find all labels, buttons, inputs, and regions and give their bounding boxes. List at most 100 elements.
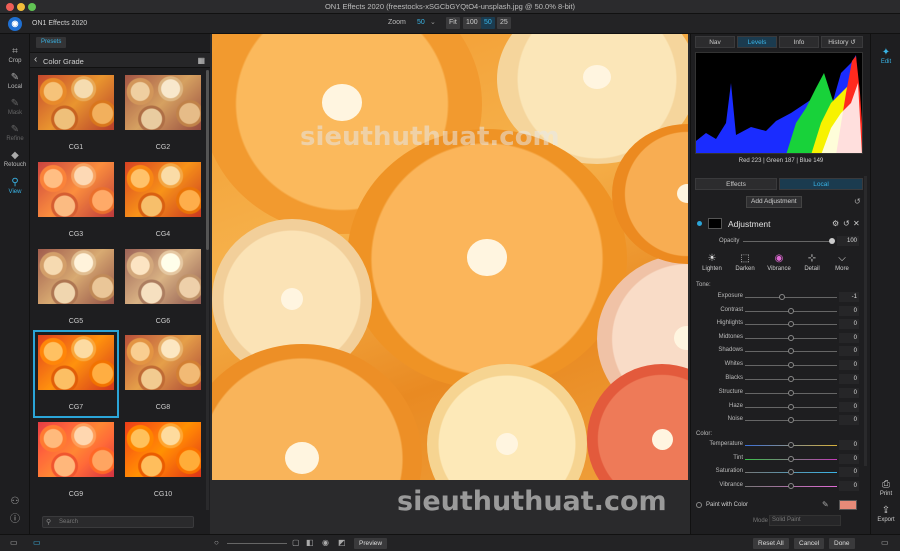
- slider-handle[interactable]: [788, 442, 794, 448]
- eyedropper-icon[interactable]: ✎: [822, 500, 829, 509]
- slider-handle[interactable]: [788, 321, 794, 328]
- brush-size-slider[interactable]: [227, 543, 287, 544]
- presets-scrollbar[interactable]: [206, 70, 209, 510]
- preset-thumb[interactable]: CG3: [34, 158, 118, 244]
- slider-value[interactable]: 0: [839, 346, 859, 357]
- reset-icon[interactable]: ↺: [854, 197, 861, 206]
- image-canvas[interactable]: sieuthuthuat.com: [210, 34, 690, 534]
- preset-search-input[interactable]: ⚲ Search: [42, 516, 194, 528]
- zoom-25-button[interactable]: 25: [497, 17, 511, 29]
- slider-track[interactable]: [745, 297, 837, 298]
- slider-value[interactable]: 0: [839, 373, 859, 384]
- tab-effects[interactable]: Effects: [695, 178, 777, 190]
- slider-row-highlights[interactable]: Highlights 0: [691, 318, 863, 330]
- slider-handle[interactable]: [788, 455, 794, 462]
- slider-value[interactable]: 0: [839, 440, 859, 450]
- preset-thumb[interactable]: CG8: [121, 331, 205, 417]
- slider-handle[interactable]: [788, 403, 794, 410]
- slider-value[interactable]: 0: [839, 401, 859, 412]
- slider-value[interactable]: 0: [839, 480, 859, 491]
- photo-preview[interactable]: sieuthuthuat.com: [212, 34, 688, 480]
- slider-handle[interactable]: [778, 294, 785, 300]
- slider-value[interactable]: 0: [839, 388, 859, 398]
- tool-local[interactable]: ✎ Local: [0, 72, 30, 90]
- paint-color-swatch[interactable]: [839, 500, 857, 510]
- tool-view[interactable]: ⚲ View: [0, 177, 30, 195]
- slider-value[interactable]: 0: [839, 360, 859, 370]
- slider-row-blacks[interactable]: Blacks 0: [691, 373, 863, 385]
- paint-with-color-radio[interactable]: [696, 502, 702, 508]
- preset-thumb-selected[interactable]: CG7: [33, 330, 119, 418]
- slider-row-exposure[interactable]: Exposure -1: [691, 291, 863, 303]
- preset-thumb[interactable]: CG10: [121, 418, 205, 504]
- slider-row-haze[interactable]: Haze 0: [691, 401, 863, 413]
- compare-icon[interactable]: ▢: [292, 538, 300, 547]
- reset-all-button[interactable]: Reset All: [753, 538, 789, 549]
- brush-size-icon[interactable]: ○: [214, 538, 219, 547]
- filmstrip-toggle-icon[interactable]: ▭: [33, 538, 41, 547]
- settings-gear-icon[interactable]: ⚙: [832, 219, 839, 228]
- tab-info[interactable]: Info: [779, 36, 819, 48]
- lighten-button[interactable]: ☀ Lighten: [697, 252, 727, 272]
- opacity-value[interactable]: 100: [837, 236, 859, 246]
- opacity-slider-handle[interactable]: [829, 238, 835, 244]
- slider-handle[interactable]: [788, 362, 794, 368]
- mode-select[interactable]: Solid Paint: [769, 515, 841, 526]
- cancel-button[interactable]: Cancel: [794, 538, 825, 549]
- help-icon[interactable]: ⓘ: [0, 514, 30, 526]
- slider-handle[interactable]: [788, 307, 794, 314]
- slider-handle[interactable]: [788, 375, 794, 382]
- mask-thumbnail[interactable]: [708, 218, 722, 229]
- grid-view-icon[interactable]: ▦: [197, 56, 205, 65]
- slider-handle[interactable]: [788, 348, 794, 355]
- reset-layer-icon[interactable]: ↺: [843, 219, 850, 228]
- slider-value[interactable]: -1: [839, 292, 859, 302]
- right-panel-scrollbar[interactable]: [864, 176, 867, 466]
- zoom-50-button[interactable]: 50: [481, 17, 495, 29]
- tab-history[interactable]: History ↺: [821, 36, 863, 48]
- slider-value[interactable]: 0: [839, 415, 859, 426]
- chevron-down-icon[interactable]: ⌄: [430, 18, 436, 26]
- preset-thumb[interactable]: CG9: [34, 418, 118, 504]
- module-export[interactable]: ⇪ Export: [871, 504, 900, 523]
- slider-row-shadows[interactable]: Shadows 0: [691, 345, 863, 357]
- preset-thumb[interactable]: CG1: [34, 71, 118, 157]
- preset-thumb[interactable]: CG2: [121, 71, 205, 157]
- slider-row-structure[interactable]: Structure 0: [691, 387, 863, 399]
- tab-nav[interactable]: Nav: [695, 36, 735, 48]
- before-after-icon[interactable]: ◧: [306, 538, 314, 547]
- panel-toggle-icon[interactable]: ▭: [10, 538, 18, 547]
- slider-row-vibrance[interactable]: Vibrance 0: [691, 480, 863, 492]
- slider-row-contrast[interactable]: Contrast 0: [691, 305, 863, 317]
- detail-button[interactable]: ⊹ Detail: [797, 252, 827, 272]
- user-icon[interactable]: ⚇: [0, 496, 30, 508]
- adjustment-layer-row[interactable]: Adjustment ⚙ ↺ ✕: [691, 216, 863, 232]
- tab-presets[interactable]: Presets: [36, 37, 67, 48]
- tool-mask[interactable]: ✎ Mask: [0, 98, 30, 116]
- slider-handle[interactable]: [788, 469, 794, 476]
- tool-refine[interactable]: ✎ Refine: [0, 124, 30, 142]
- add-adjustment-button[interactable]: Add Adjustment: [746, 196, 802, 208]
- zoom-value[interactable]: 50: [417, 19, 425, 26]
- overlay-icon[interactable]: ◩: [338, 538, 346, 547]
- slider-handle[interactable]: [788, 482, 794, 489]
- tool-crop[interactable]: ⌗ Crop: [0, 46, 30, 64]
- slider-value[interactable]: 0: [839, 453, 859, 464]
- preview-button[interactable]: Preview: [354, 538, 388, 549]
- close-icon[interactable]: ✕: [853, 219, 860, 228]
- slider-row-noise[interactable]: Noise 0: [691, 414, 863, 426]
- more-button[interactable]: ⌵ More: [827, 252, 857, 272]
- slider-handle[interactable]: [788, 417, 794, 424]
- module-edit[interactable]: ✦ Edit: [871, 46, 900, 65]
- tab-local[interactable]: Local: [779, 178, 863, 190]
- module-print[interactable]: ⎙ Print: [871, 478, 900, 497]
- done-button[interactable]: Done: [829, 538, 855, 549]
- slider-row-saturation[interactable]: Saturation 0: [691, 466, 863, 478]
- tool-retouch[interactable]: ◆ Retouch: [0, 150, 30, 168]
- mask-view-icon[interactable]: ◉: [322, 538, 329, 547]
- zoom-100-button[interactable]: 100: [463, 17, 481, 29]
- slider-row-tint[interactable]: Tint 0: [691, 453, 863, 465]
- slider-handle[interactable]: [788, 334, 794, 341]
- slider-value[interactable]: 0: [839, 305, 859, 316]
- slider-row-whites[interactable]: Whites 0: [691, 359, 863, 371]
